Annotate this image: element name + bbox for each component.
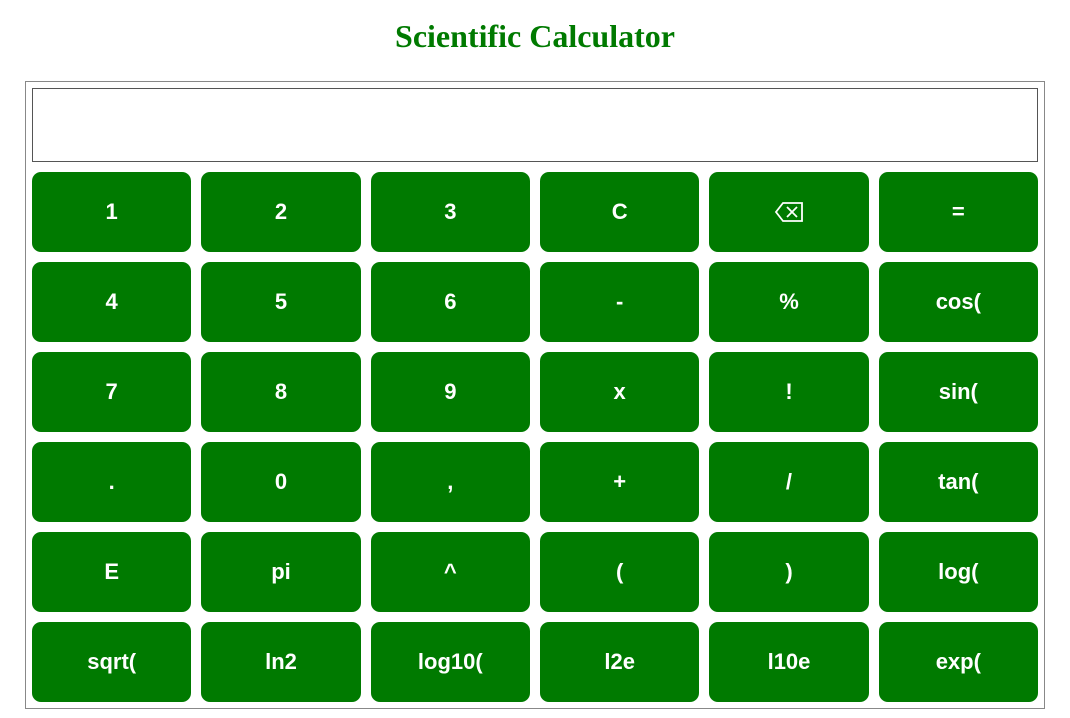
key-open-paren[interactable]: ( bbox=[540, 532, 699, 612]
key-e[interactable]: E bbox=[32, 532, 191, 612]
key-divide[interactable]: / bbox=[709, 442, 868, 522]
key-8[interactable]: 8 bbox=[201, 352, 360, 432]
key-2[interactable]: 2 bbox=[201, 172, 360, 252]
key-log[interactable]: log( bbox=[879, 532, 1038, 612]
key-1[interactable]: 1 bbox=[32, 172, 191, 252]
key-exp[interactable]: exp( bbox=[879, 622, 1038, 702]
key-3[interactable]: 3 bbox=[371, 172, 530, 252]
key-multiply[interactable]: x bbox=[540, 352, 699, 432]
calculator-display[interactable] bbox=[32, 88, 1038, 162]
key-power[interactable]: ^ bbox=[371, 532, 530, 612]
key-log10[interactable]: log10( bbox=[371, 622, 530, 702]
key-sin[interactable]: sin( bbox=[879, 352, 1038, 432]
key-cos[interactable]: cos( bbox=[879, 262, 1038, 342]
key-plus[interactable]: + bbox=[540, 442, 699, 522]
key-4[interactable]: 4 bbox=[32, 262, 191, 342]
page-title: Scientific Calculator bbox=[0, 18, 1070, 55]
key-9[interactable]: 9 bbox=[371, 352, 530, 432]
key-close-paren[interactable]: ) bbox=[709, 532, 868, 612]
key-comma[interactable]: , bbox=[371, 442, 530, 522]
key-0[interactable]: 0 bbox=[201, 442, 360, 522]
key-5[interactable]: 5 bbox=[201, 262, 360, 342]
key-tan[interactable]: tan( bbox=[879, 442, 1038, 522]
key-sqrt[interactable]: sqrt( bbox=[32, 622, 191, 702]
key-equals[interactable]: = bbox=[879, 172, 1038, 252]
backspace-icon bbox=[774, 201, 804, 223]
key-decimal[interactable]: . bbox=[32, 442, 191, 522]
key-percent[interactable]: % bbox=[709, 262, 868, 342]
key-l10e[interactable]: l10e bbox=[709, 622, 868, 702]
key-minus[interactable]: - bbox=[540, 262, 699, 342]
key-factorial[interactable]: ! bbox=[709, 352, 868, 432]
key-pi[interactable]: pi bbox=[201, 532, 360, 612]
key-7[interactable]: 7 bbox=[32, 352, 191, 432]
key-6[interactable]: 6 bbox=[371, 262, 530, 342]
keypad: 1 2 3 C = 4 5 6 - % cos( 7 8 9 x ! sin( bbox=[32, 172, 1038, 702]
key-l2e[interactable]: l2e bbox=[540, 622, 699, 702]
key-ln2[interactable]: ln2 bbox=[201, 622, 360, 702]
key-backspace[interactable] bbox=[709, 172, 868, 252]
key-clear[interactable]: C bbox=[540, 172, 699, 252]
calculator-container: 1 2 3 C = 4 5 6 - % cos( 7 8 9 x ! sin( bbox=[25, 81, 1045, 709]
